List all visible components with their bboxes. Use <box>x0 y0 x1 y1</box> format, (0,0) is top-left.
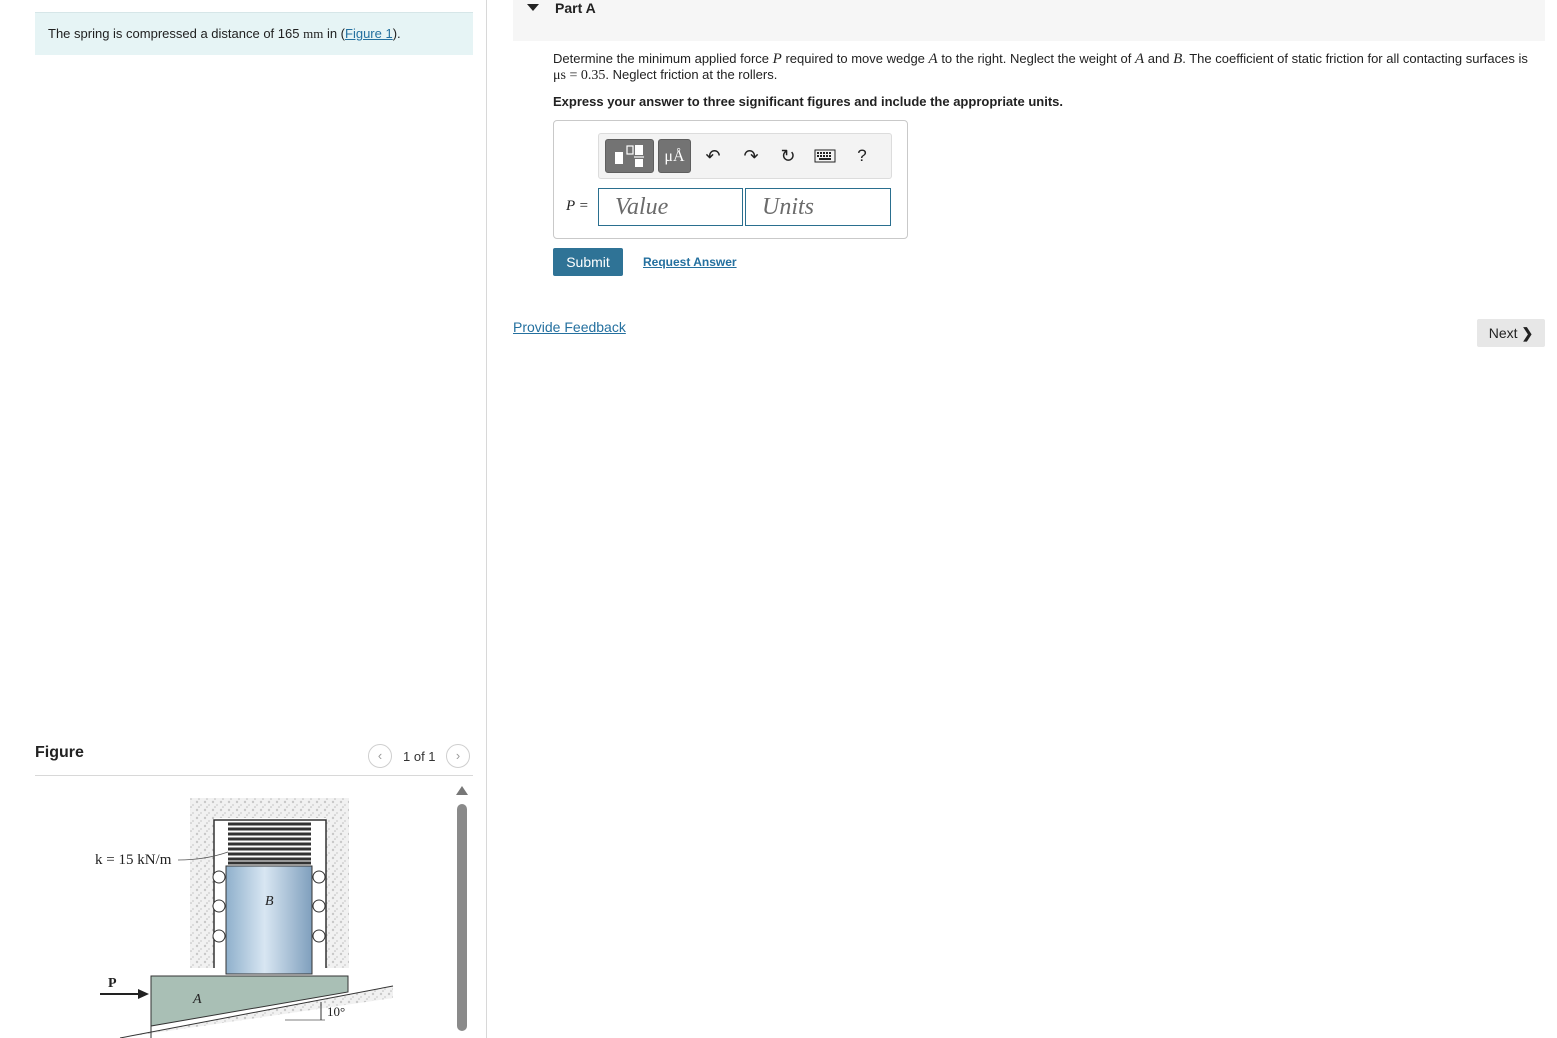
intro-middle: in ( <box>323 26 346 41</box>
next-label: Next <box>1488 325 1518 341</box>
wedge-diagram: B k = 15 kN/m A P 10° <box>95 798 394 1038</box>
var-a: A <box>1134 51 1145 67</box>
chevron-left-icon[interactable]: ‹ <box>368 744 392 768</box>
block-b <box>225 865 313 975</box>
question-fragment: . Neglect friction at the rollers. <box>605 67 778 82</box>
intro-prefix: The spring is compressed a distance of <box>48 26 278 41</box>
keyboard-icon[interactable] <box>811 142 839 170</box>
wedge-a-label: A <box>192 992 202 1007</box>
part-title: Part A <box>555 0 596 16</box>
units-input[interactable]: Units <box>745 188 891 226</box>
question-text: Determine the minimum applied force P re… <box>553 51 1548 84</box>
friction-coefficient: μs = 0.35 <box>553 68 606 83</box>
problem-intro: The spring is compressed a distance of 1… <box>35 12 473 55</box>
chevron-right-icon[interactable]: › <box>446 744 470 768</box>
question-fragment: and <box>1144 51 1174 66</box>
answer-instruction: Express your answer to three significant… <box>553 94 1063 109</box>
figure-header: Figure ‹ 1 of 1 › <box>35 740 473 776</box>
templates-icon <box>615 145 644 167</box>
figure-image: B k = 15 kN/m A P 10° <box>35 776 450 1038</box>
value-input[interactable]: Value <box>598 188 743 226</box>
var-a: A <box>928 51 938 67</box>
next-button[interactable]: Next ❯ <box>1477 319 1545 347</box>
figure-title: Figure <box>35 744 84 761</box>
left-wall <box>190 798 214 968</box>
figure-link[interactable]: Figure 1 <box>345 26 393 41</box>
column-divider <box>486 0 487 1038</box>
force-p-label: P <box>108 976 117 991</box>
answer-label: P = <box>566 198 589 214</box>
figure-pager-count: 1 of 1 <box>403 749 436 764</box>
var-b: B <box>1173 51 1183 67</box>
right-wall <box>326 798 349 968</box>
question-fragment: required to move wedge <box>781 51 929 66</box>
chevron-right-icon: ❯ <box>1521 325 1534 341</box>
block-b-label: B <box>265 894 274 909</box>
intro-suffix: ). <box>392 26 401 41</box>
math-toolbar: μÅ ↶ ↷ ↻ ? <box>598 133 892 179</box>
question-fragment: . The coefficient of static friction for… <box>1182 51 1528 66</box>
submit-button[interactable]: Submit <box>553 248 623 276</box>
answer-box: μÅ ↶ ↷ ↻ ? P = Value Units <box>553 120 908 239</box>
reset-icon[interactable]: ↻ <box>774 142 802 170</box>
top-wall <box>195 798 345 818</box>
intro-unit: mm <box>303 26 324 41</box>
intro-value: 165 <box>277 26 300 41</box>
templates-button[interactable] <box>605 139 654 173</box>
help-button[interactable]: ? <box>848 142 876 170</box>
part-a-header[interactable]: Part A <box>513 0 1545 41</box>
var-p: P <box>772 51 782 67</box>
units-button[interactable]: μÅ <box>658 139 691 173</box>
caret-down-icon[interactable] <box>527 4 539 11</box>
question-fragment: Determine the minimum applied force <box>553 51 773 66</box>
undo-icon[interactable]: ↶ <box>699 142 727 170</box>
redo-icon[interactable]: ↷ <box>737 142 765 170</box>
spring-label: k = 15 kN/m <box>95 852 172 868</box>
scroll-up-arrow[interactable] <box>456 786 468 795</box>
angle-label: 10° <box>327 1004 345 1019</box>
provide-feedback-link[interactable]: Provide Feedback <box>513 319 626 335</box>
request-answer-link[interactable]: Request Answer <box>643 255 737 269</box>
question-fragment: to the right. Neglect the weight of <box>937 51 1135 66</box>
figure-scrollbar[interactable] <box>457 804 467 1031</box>
spring-coils <box>228 822 311 865</box>
